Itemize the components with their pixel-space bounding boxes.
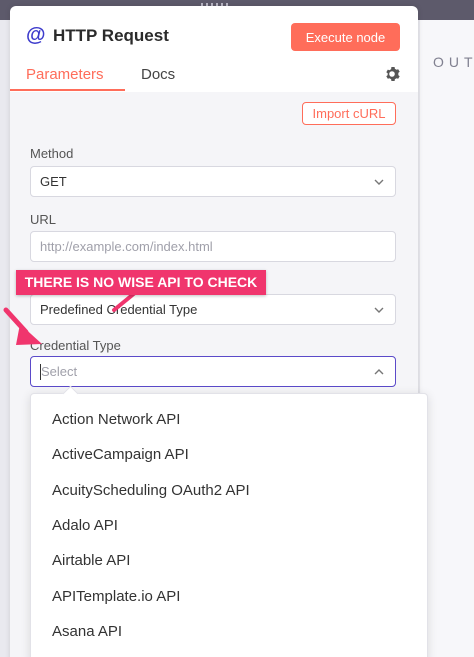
annotation-arrowhead-right — [16, 324, 42, 345]
annotation-arrows — [3, 290, 138, 345]
annotation-callout: THERE IS NO WISE API TO CHECK — [16, 270, 266, 295]
